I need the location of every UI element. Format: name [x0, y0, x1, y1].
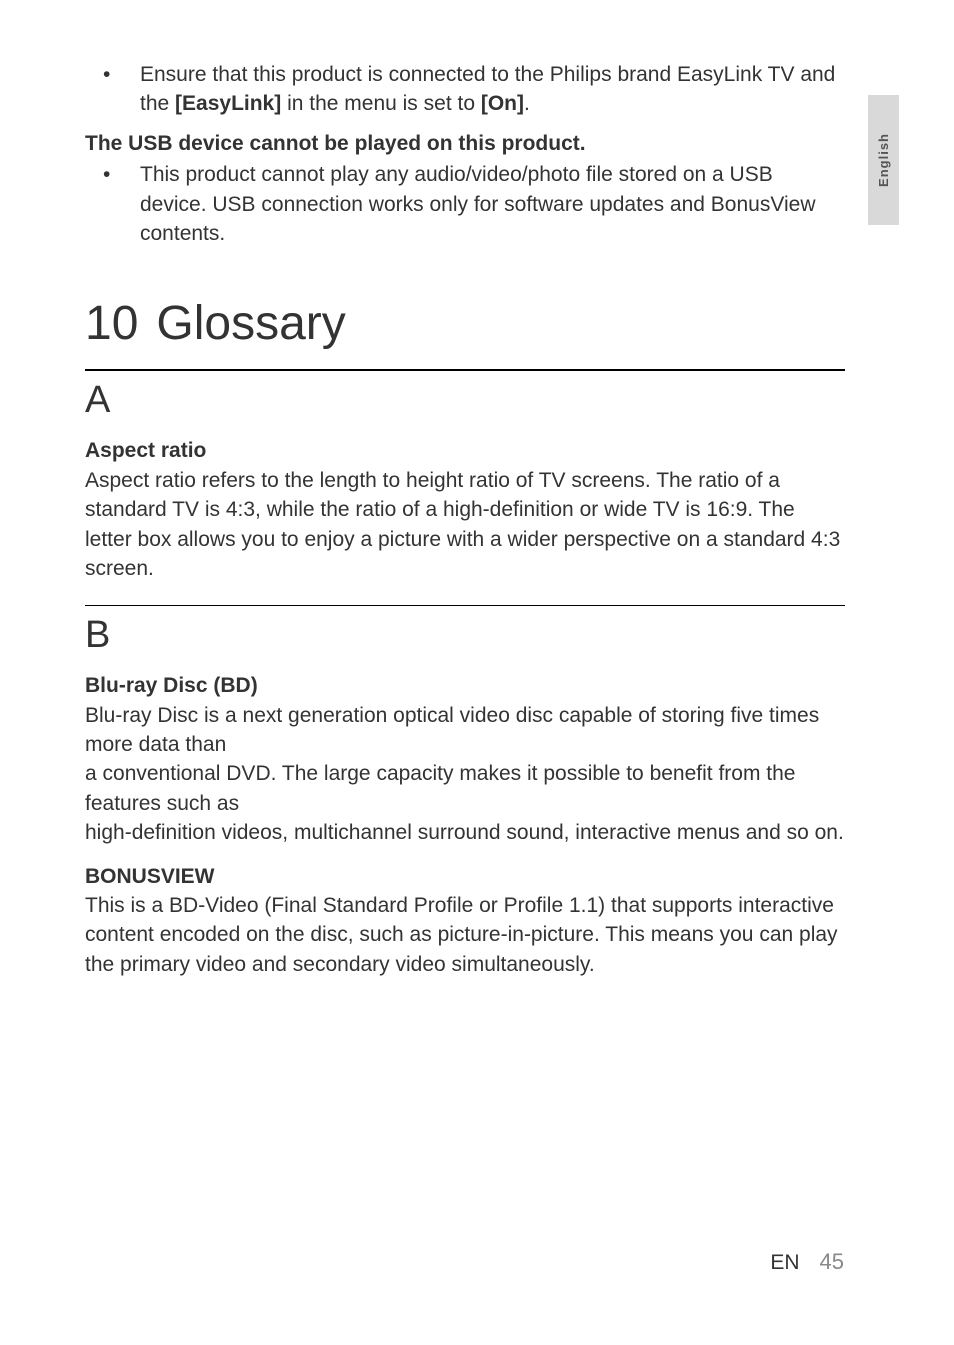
bullet-text-easylink: Ensure that this product is connected to…: [140, 60, 845, 119]
page-footer: EN 45: [770, 1249, 844, 1275]
bullet-marker: •: [85, 60, 140, 119]
text-fragment: .: [524, 92, 530, 115]
text-fragment: in the menu is set to: [281, 92, 481, 115]
bullet-text-usb: This product cannot play any audio/video…: [140, 160, 845, 248]
chapter-number: 10: [85, 296, 138, 351]
glossary-definition: Blu-ray Disc is a next generation optica…: [85, 701, 845, 848]
language-tab: English: [868, 95, 899, 225]
document-page: English • Ensure that this product is co…: [0, 0, 954, 1345]
bullet-marker: •: [85, 160, 140, 248]
divider-thin: [85, 605, 845, 606]
section-letter-a: A: [85, 379, 845, 422]
page-content: • Ensure that this product is connected …: [85, 60, 845, 979]
glossary-term: Blu-ray Disc (BD): [85, 671, 845, 700]
divider-thick: [85, 369, 845, 371]
glossary-definition: Aspect ratio refers to the length to hei…: [85, 466, 845, 584]
bullet-item: • This product cannot play any audio/vid…: [85, 160, 845, 248]
text-bold: [EasyLink]: [175, 92, 281, 115]
chapter-title: Glossary: [156, 297, 345, 350]
section-letter-b: B: [85, 614, 845, 657]
footer-page-number: 45: [820, 1249, 844, 1274]
footer-lang-code: EN: [770, 1251, 799, 1274]
glossary-definition: This is a BD-Video (Final Standard Profi…: [85, 891, 845, 979]
glossary-term: BONUSVIEW: [85, 862, 845, 891]
glossary-term: Aspect ratio: [85, 436, 845, 465]
text-bold: [On]: [481, 92, 524, 115]
chapter-heading: 10 Glossary: [85, 296, 845, 351]
bullet-item: • Ensure that this product is connected …: [85, 60, 845, 119]
troubleshoot-heading: The USB device cannot be played on this …: [85, 129, 845, 158]
